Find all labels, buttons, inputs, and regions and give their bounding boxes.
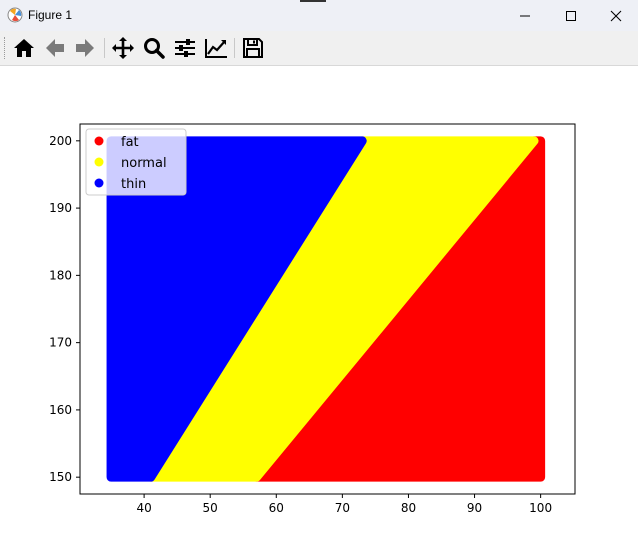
legend-marker-normal bbox=[94, 157, 104, 167]
navigation-toolbar bbox=[0, 31, 638, 66]
legend-marker-thin bbox=[94, 178, 104, 188]
legend-marker-fat bbox=[94, 136, 104, 146]
edit-axis-button[interactable] bbox=[203, 35, 229, 61]
line-chart-icon bbox=[205, 39, 227, 58]
legend-label-normal: normal bbox=[121, 156, 167, 171]
y-tick-label: 200 bbox=[49, 134, 72, 148]
y-tick-label: 150 bbox=[49, 470, 72, 484]
minimize-button[interactable] bbox=[502, 0, 548, 31]
move-icon bbox=[112, 37, 134, 59]
title-bar-accent bbox=[300, 0, 326, 2]
maximize-button[interactable] bbox=[548, 0, 594, 31]
pan-button[interactable] bbox=[110, 35, 136, 61]
close-button[interactable] bbox=[593, 0, 638, 31]
home-icon bbox=[14, 39, 34, 57]
figure-window: Figure 1 40 50 60 70 80 90 100 150 160 1… bbox=[0, 0, 638, 541]
x-tick-label: 70 bbox=[335, 501, 350, 515]
floppy-disk-icon bbox=[243, 38, 263, 58]
toolbar-separator bbox=[234, 38, 235, 58]
toolbar-separator bbox=[104, 38, 105, 58]
matplotlib-logo-icon bbox=[7, 7, 23, 23]
forward-button[interactable] bbox=[72, 35, 98, 61]
legend: fat normal thin bbox=[85, 128, 187, 196]
home-button[interactable] bbox=[11, 35, 37, 61]
legend-label-fat: fat bbox=[121, 135, 139, 150]
legend-label-thin: thin bbox=[121, 177, 146, 192]
back-button[interactable] bbox=[42, 35, 68, 61]
x-tick-label: 50 bbox=[203, 501, 218, 515]
title-bar: Figure 1 bbox=[0, 0, 638, 31]
arrow-left-icon bbox=[46, 39, 64, 57]
save-button[interactable] bbox=[240, 35, 266, 61]
arrow-right-icon bbox=[76, 39, 94, 57]
zoom-button[interactable] bbox=[141, 35, 167, 61]
y-tick-label: 180 bbox=[49, 268, 72, 282]
scatter-plot-canvas[interactable]: 40 50 60 70 80 90 100 150 160 170 180 190 200 fat nor… bbox=[0, 66, 638, 541]
x-tick-label: 90 bbox=[467, 501, 482, 515]
y-tick-label: 160 bbox=[49, 403, 72, 417]
y-tick-label: 190 bbox=[49, 201, 72, 215]
magnifier-icon bbox=[144, 38, 165, 59]
window-title: Figure 1 bbox=[28, 8, 73, 22]
toolbar-grip bbox=[4, 37, 7, 59]
minimize-icon bbox=[520, 15, 530, 16]
maximize-icon bbox=[566, 10, 576, 21]
x-tick-label: 40 bbox=[136, 501, 151, 515]
configure-subplots-button[interactable] bbox=[172, 35, 198, 61]
close-icon bbox=[610, 10, 622, 21]
sliders-icon bbox=[175, 39, 195, 57]
x-tick-label: 60 bbox=[269, 501, 284, 515]
x-tick-label: 100 bbox=[529, 501, 552, 515]
y-tick-label: 170 bbox=[49, 336, 72, 350]
x-tick-label: 80 bbox=[401, 501, 416, 515]
